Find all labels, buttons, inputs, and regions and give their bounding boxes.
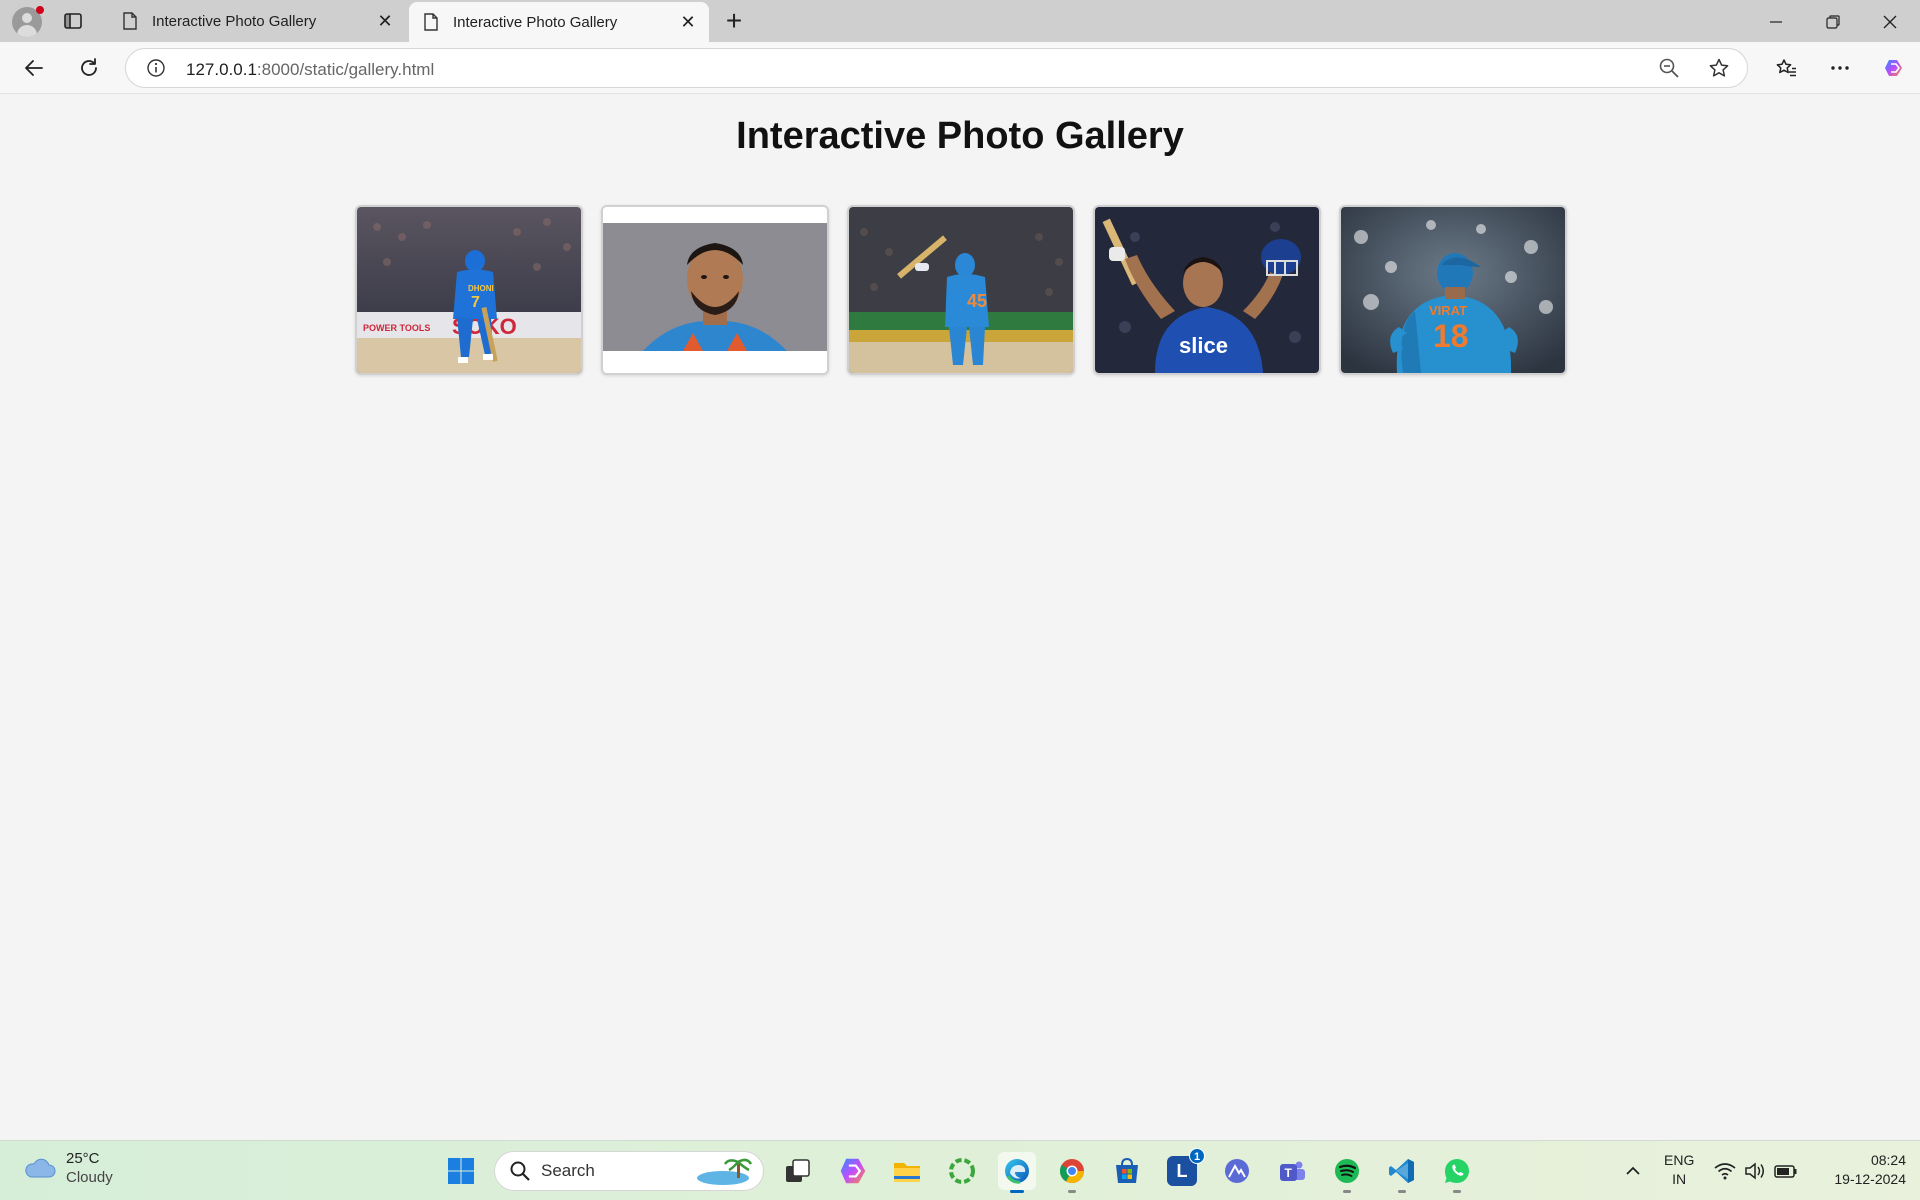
photo-image: 45 [849, 207, 1073, 373]
tab-gallery-2[interactable]: Interactive Photo Gallery ✕ [409, 2, 709, 42]
page-title: Interactive Photo Gallery [736, 115, 1184, 157]
new-tab-icon[interactable]: + [720, 7, 748, 36]
mountain-icon [1225, 1159, 1249, 1183]
back-arrow-icon[interactable] [20, 54, 48, 82]
task-view-button[interactable] [779, 1152, 817, 1190]
favorites-icon[interactable] [1772, 54, 1800, 82]
folder-icon [894, 1163, 920, 1182]
show-hidden-icons-button[interactable] [1614, 1152, 1652, 1190]
url-text[interactable]: 127.0.0.1:8000/static/gallery.html [186, 60, 434, 80]
notification-dot [36, 6, 44, 14]
svg-text:POWER TOOLS: POWER TOOLS [363, 323, 430, 333]
cloud-icon [25, 1158, 56, 1178]
photo-cricketer-celebrating[interactable]: slice [1093, 205, 1321, 375]
tab-title: Interactive Photo Gallery [453, 13, 618, 31]
copilot-icon [840, 1158, 866, 1184]
notification-badge: 1 [1189, 1148, 1205, 1164]
vscode-icon [1389, 1159, 1414, 1183]
teams-icon: T [1280, 1161, 1305, 1181]
windows-taskbar: 25°C Cloudy Search L 1 T ENG IN 08:24 19… [0, 1140, 1920, 1200]
svg-text:7: 7 [471, 294, 480, 311]
spotify-app[interactable] [1328, 1152, 1366, 1193]
photo-cricketer-portrait[interactable] [601, 205, 829, 375]
edge-app[interactable] [998, 1152, 1036, 1193]
copilot-app[interactable] [834, 1152, 872, 1190]
close-tab-icon[interactable]: ✕ [675, 9, 701, 35]
tab-strip: Interactive Photo Gallery ✕ Interactive … [0, 0, 1920, 42]
reload-icon[interactable] [75, 54, 103, 82]
photo-image: VIRAT 18 [1341, 207, 1565, 373]
svg-text:18: 18 [1433, 318, 1469, 354]
search-highlight-icon [697, 1158, 753, 1185]
battery-icon [1774, 1165, 1797, 1178]
ring-icon [949, 1158, 975, 1184]
copilot-icon[interactable] [1880, 54, 1908, 82]
photo-image [603, 207, 827, 373]
address-bar[interactable]: 127.0.0.1:8000/static/gallery.html [125, 48, 1748, 88]
tab-gallery-1[interactable]: Interactive Photo Gallery ✕ [108, 0, 406, 42]
spotify-icon [1335, 1159, 1359, 1183]
start-button[interactable] [442, 1152, 480, 1190]
info-icon[interactable] [146, 58, 166, 78]
whatsapp-icon [1445, 1159, 1469, 1183]
photo-cricketer-dhoni[interactable]: POWER TOOLS SOKO DHONI 7 [355, 205, 583, 375]
svg-text:DHONI: DHONI [468, 284, 494, 293]
minimize-icon[interactable] [1762, 8, 1790, 36]
chrome-icon [1059, 1159, 1084, 1184]
store-app[interactable] [1108, 1152, 1146, 1190]
edge-icon [1005, 1159, 1029, 1184]
restore-icon[interactable] [1819, 8, 1847, 36]
more-icon[interactable] [1826, 54, 1854, 82]
close-window-icon[interactable] [1876, 8, 1904, 36]
search-icon [510, 1161, 530, 1181]
whatsapp-app[interactable] [1438, 1152, 1476, 1193]
file-explorer-app[interactable] [888, 1152, 926, 1190]
chevron-up-icon [1626, 1166, 1640, 1175]
vscode-app[interactable] [1383, 1152, 1421, 1193]
web-page: Interactive Photo Gallery POWER TOOLS SO… [5, 95, 1915, 1135]
clock-date: 19-12-2024 [1834, 1171, 1906, 1187]
photo-image: POWER TOOLS SOKO DHONI 7 [357, 207, 581, 373]
star-icon[interactable] [1708, 57, 1730, 79]
photo-cricketer-batting[interactable]: 45 [847, 205, 1075, 375]
photo-image: slice [1095, 207, 1319, 373]
photo-cricketer-virat[interactable]: VIRAT 18 [1339, 205, 1567, 375]
weather-condition: Cloudy [66, 1169, 113, 1186]
store-icon [1116, 1157, 1138, 1183]
task-view-icon [786, 1159, 810, 1182]
svg-text:45: 45 [967, 291, 987, 311]
language-indicator[interactable]: ENG IN [1664, 1151, 1694, 1189]
svg-text:VIRAT: VIRAT [1429, 303, 1467, 318]
tab-title: Interactive Photo Gallery [152, 12, 317, 30]
app-green-ring[interactable] [943, 1152, 981, 1190]
svg-text:slice: slice [1179, 333, 1228, 358]
tab-actions-icon[interactable] [62, 10, 84, 32]
windows-logo-icon [448, 1158, 474, 1184]
page-icon [424, 13, 438, 31]
teams-app[interactable]: T [1273, 1152, 1311, 1190]
clock-time: 08:24 [1870, 1152, 1906, 1168]
zoom-out-icon[interactable] [1658, 57, 1680, 79]
browser-toolbar: 127.0.0.1:8000/static/gallery.html [0, 42, 1920, 94]
chrome-app[interactable] [1053, 1152, 1091, 1193]
close-tab-icon[interactable]: ✕ [372, 8, 398, 34]
page-icon [123, 12, 137, 30]
wifi-icon [1714, 1163, 1736, 1180]
taskbar-search[interactable]: Search [494, 1151, 764, 1191]
l-app[interactable]: L 1 [1163, 1148, 1205, 1190]
weather-widget[interactable]: 25°C Cloudy [22, 1149, 113, 1187]
clock[interactable]: 08:24 19-12-2024 [1812, 1151, 1906, 1189]
weather-temperature: 25°C [66, 1150, 100, 1167]
volume-icon [1745, 1162, 1764, 1180]
svg-text:T: T [1285, 1166, 1293, 1180]
system-tray[interactable] [1714, 1141, 1798, 1200]
photo-gallery: POWER TOOLS SOKO DHONI 7 [355, 205, 1567, 375]
search-placeholder: Search [541, 1161, 595, 1180]
app-mountain[interactable] [1218, 1152, 1256, 1190]
